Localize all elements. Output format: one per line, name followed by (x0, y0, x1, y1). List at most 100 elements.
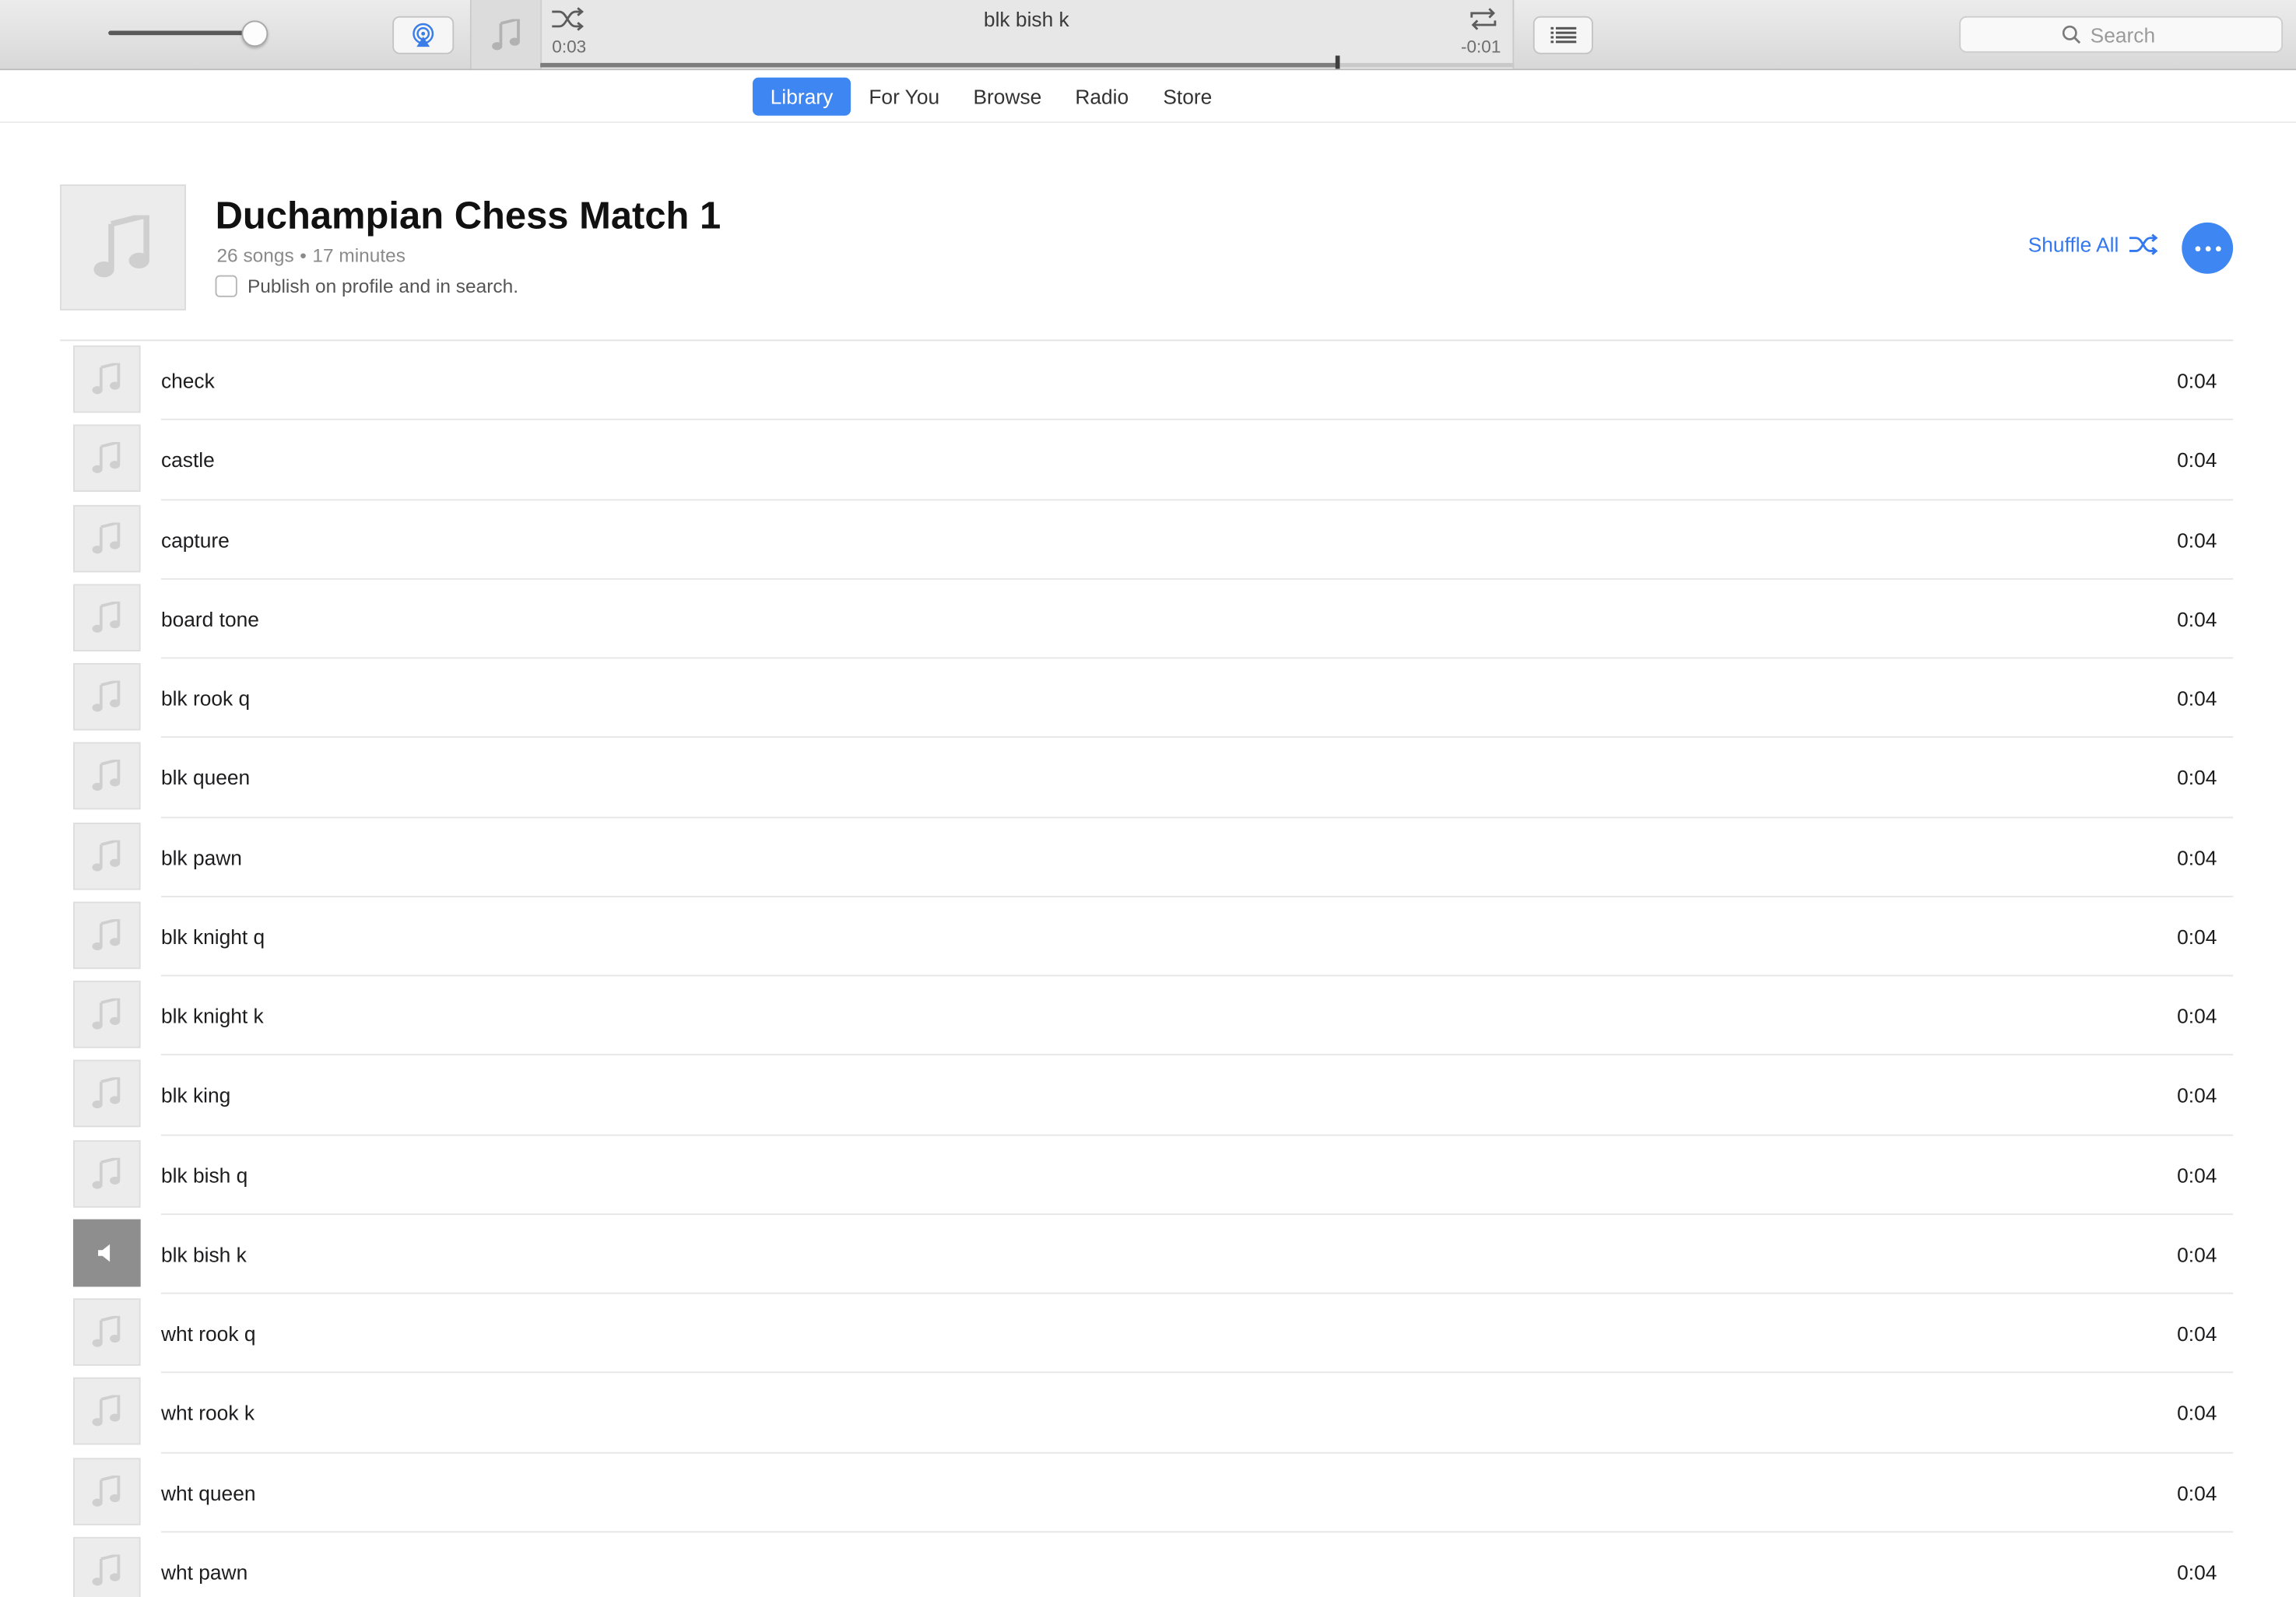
up-next-button[interactable] (1532, 16, 1593, 54)
music-note-icon (491, 18, 519, 50)
repeat-icon[interactable] (1467, 6, 1499, 33)
toolbar: blk bish k 0:03 -0:01 (0, 0, 2296, 71)
song-artwork[interactable] (73, 1060, 141, 1128)
song-row[interactable]: blk knight k 0:04 (0, 977, 2296, 1056)
more-options-button[interactable] (2182, 222, 2234, 274)
shuffle-icon (2129, 233, 2158, 255)
music-note-icon (92, 363, 121, 395)
music-note-icon (92, 760, 121, 791)
song-artwork[interactable] (73, 901, 141, 969)
song-artwork[interactable] (73, 822, 141, 890)
song-row[interactable]: capture 0:04 (0, 500, 2296, 580)
song-title: blk knight k (160, 1004, 264, 1028)
song-row[interactable]: blk bish q 0:04 (0, 1135, 2296, 1215)
shuffle-all-button[interactable]: Shuffle All (2028, 233, 2160, 256)
song-duration: 0:04 (2177, 1401, 2217, 1425)
publish-checkbox[interactable] (215, 275, 237, 297)
song-title: blk king (160, 1083, 231, 1107)
song-row[interactable]: check 0:04 (0, 341, 2296, 421)
music-note-icon (92, 442, 121, 474)
music-note-icon (92, 1077, 121, 1109)
song-artwork[interactable] (73, 1378, 141, 1445)
song-artwork[interactable] (73, 424, 141, 493)
song-row[interactable]: wht pawn 0:04 (0, 1532, 2296, 1597)
music-note-icon (92, 1157, 121, 1188)
tab-library[interactable]: Library (753, 77, 851, 116)
volume-knob[interactable] (241, 20, 269, 47)
song-title: castle (160, 448, 215, 472)
music-note-icon (92, 1553, 121, 1585)
publish-option[interactable]: Publish on profile and in search. (215, 275, 518, 297)
tab-for-you[interactable]: For You (858, 78, 950, 116)
tab-store[interactable]: Store (1151, 78, 1224, 116)
song-title: blk pawn (160, 845, 242, 869)
song-artwork[interactable] (73, 345, 141, 413)
song-title: blk bish k (160, 1242, 247, 1266)
playback-progress-bar[interactable] (540, 55, 1513, 69)
song-title: capture (160, 528, 230, 552)
music-note-icon (92, 1315, 121, 1347)
volume-slider[interactable] (108, 30, 258, 36)
song-duration: 0:04 (2177, 368, 2217, 393)
song-duration: 0:04 (2177, 1004, 2217, 1028)
song-count: 26 songs (216, 244, 294, 267)
song-duration: 0:04 (2177, 607, 2217, 631)
song-artwork[interactable] (73, 504, 141, 572)
song-row[interactable]: blk rook q 0:04 (0, 658, 2296, 739)
search-field[interactable] (1959, 16, 2284, 53)
song-row[interactable]: blk pawn 0:04 (0, 817, 2296, 897)
progress-playhead[interactable] (1336, 55, 1341, 69)
now-playing-display: blk bish k 0:03 -0:01 (469, 0, 1515, 69)
song-artwork[interactable] (73, 663, 141, 731)
music-note-icon (92, 521, 121, 553)
song-row[interactable]: blk queen 0:04 (0, 738, 2296, 818)
song-row[interactable]: castle 0:04 (0, 420, 2296, 500)
song-title: blk bish q (160, 1163, 248, 1187)
song-artwork[interactable] (73, 742, 141, 810)
song-row[interactable]: blk knight q 0:04 (0, 897, 2296, 977)
song-row[interactable]: wht queen 0:04 (0, 1453, 2296, 1532)
song-row[interactable]: wht rook q 0:04 (0, 1294, 2296, 1374)
music-note-icon (92, 1474, 121, 1506)
airplay-icon (413, 23, 434, 47)
song-row[interactable]: board tone 0:04 (0, 579, 2296, 659)
song-artwork[interactable] (73, 583, 141, 651)
music-note-icon (92, 601, 121, 633)
song-title: wht queen (160, 1480, 256, 1504)
song-duration: 0:04 (2177, 1242, 2217, 1266)
music-note-icon (92, 918, 121, 950)
song-title: blk rook q (160, 686, 251, 711)
song-row[interactable]: blk king 0:04 (0, 1056, 2296, 1135)
search-input[interactable] (2087, 21, 2182, 48)
song-duration: 0:04 (2177, 766, 2217, 790)
song-title: wht pawn (160, 1560, 248, 1584)
song-title: wht rook q (160, 1321, 256, 1346)
airplay-button[interactable] (392, 16, 455, 54)
playlist-meta: 26 songs • 17 minutes (216, 244, 405, 266)
song-row[interactable]: blk bish k 0:04 (0, 1215, 2296, 1294)
search-icon (2061, 25, 2080, 44)
playlist-artwork[interactable] (60, 184, 186, 311)
song-duration: 0:04 (2177, 845, 2217, 869)
tab-radio[interactable]: Radio (1065, 78, 1139, 116)
song-artwork[interactable] (73, 1536, 141, 1597)
song-artwork[interactable] (73, 1457, 141, 1525)
song-title: blk knight q (160, 925, 265, 949)
song-artwork[interactable] (73, 981, 141, 1048)
song-row[interactable]: wht rook k 0:04 (0, 1374, 2296, 1453)
song-duration: 0:04 (2177, 1083, 2217, 1107)
song-duration: 0:04 (2177, 1321, 2217, 1346)
song-artwork[interactable] (73, 1139, 141, 1207)
tab-browse[interactable]: Browse (962, 78, 1053, 116)
playlist-title: Duchampian Chess Match 1 (215, 193, 721, 237)
song-duration: 0:04 (2177, 528, 2217, 552)
song-artwork[interactable] (73, 1219, 141, 1286)
more-icon (2194, 245, 2221, 251)
song-title: check (160, 368, 215, 393)
now-playing-artwork[interactable] (471, 0, 542, 69)
music-note-icon (93, 215, 149, 278)
music-app-window: blk bish k 0:03 -0:01 Search Library For… (0, 0, 2296, 1597)
song-duration: 0:04 (2177, 1560, 2217, 1584)
song-artwork[interactable] (73, 1298, 141, 1366)
music-note-icon (92, 839, 121, 871)
